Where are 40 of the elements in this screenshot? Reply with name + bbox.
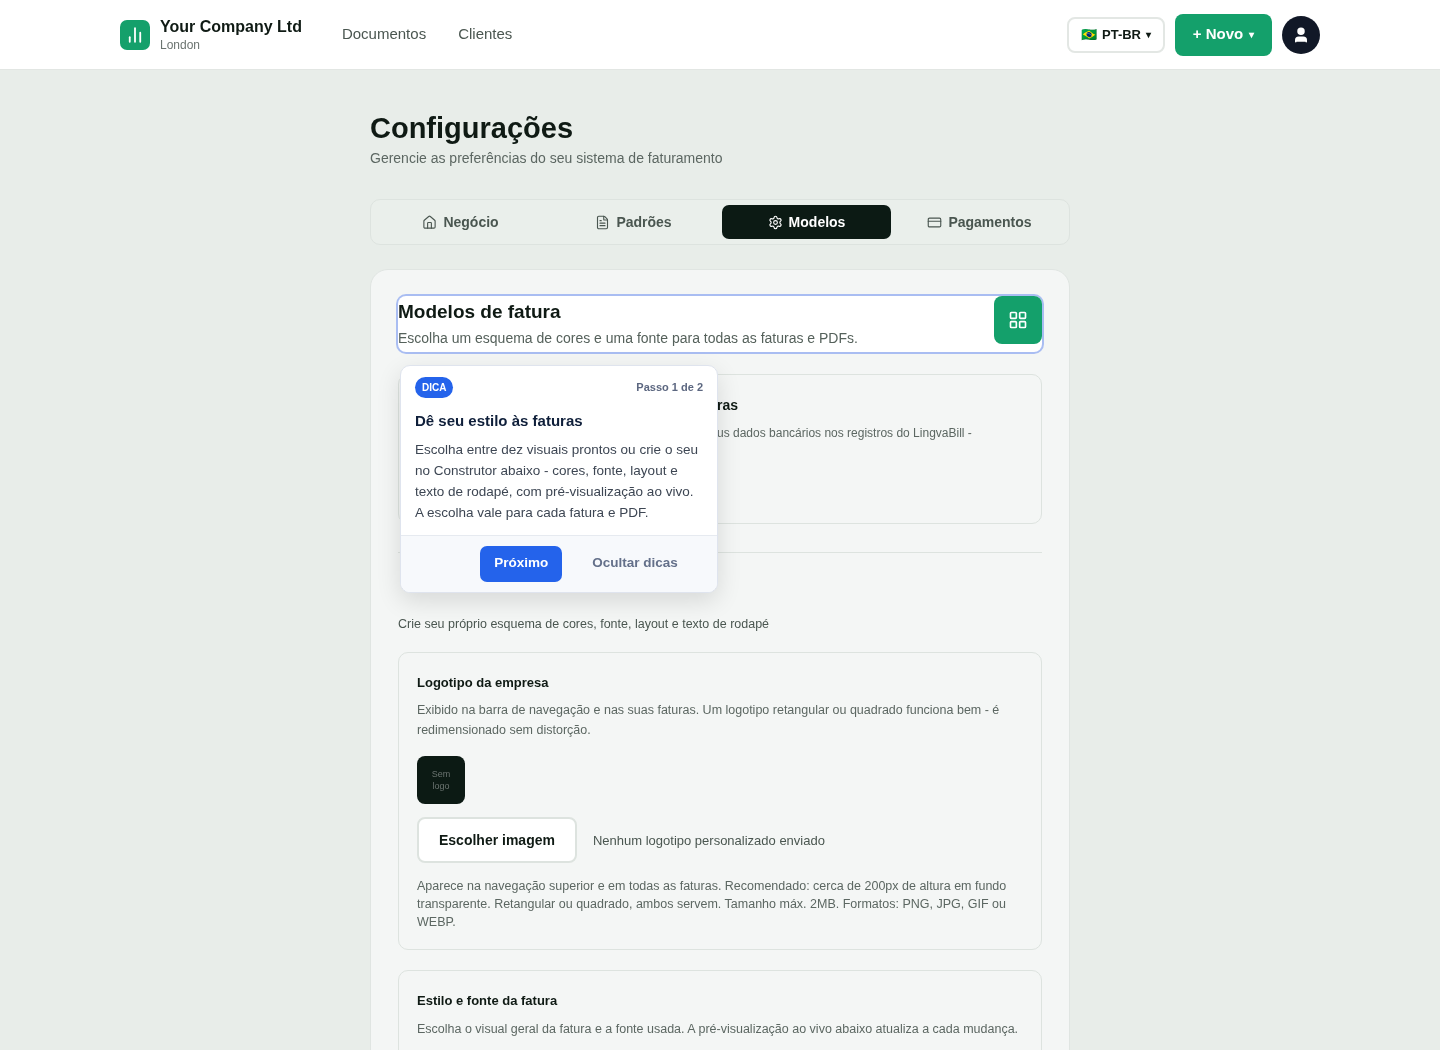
card-icon	[927, 214, 943, 230]
logo-help-text: Aparece na navegação superior e em todas as faturas. Recomendado: cerca de 200px de altura em fundo transparente. Retangular ou quadrado, ambos servem. Tamanho máx. 2MB. Formatos: PNG, JPG, GIF ou WEBP.	[417, 878, 1008, 932]
template-card-text: us dados bancários nos registros do LingvaBill -	[717, 425, 973, 442]
tip-text: Escolha entre dez visuais prontos ou crie o seu no Construtor abaixo - cores, fonte, layout e texto de rodapé, com pré-visualização ao vivo. A escolha vale para cada fatura e PDF.	[415, 440, 699, 522]
settings-tab[interactable]: Padrões	[549, 205, 718, 239]
logo-card-description: Exibido na barra de navegação e nas suas faturas. Um logotipo retangular ou quadrado funciona bem - é redimensionado sem distorção.	[417, 702, 1001, 740]
builder-caption: Crie seu próprio esquema de cores, fonte, layout e texto de rodapé	[398, 616, 771, 633]
chart-logo-icon	[120, 19, 150, 50]
settings-icon	[767, 214, 783, 230]
tip-badge: DICA	[415, 377, 454, 398]
choose-image-button[interactable]: Escolher imagem	[417, 817, 577, 864]
style-card-description: Escolha o visual geral da fatura e a fonte usada. A pré-visualização ao vivo abaixo atualiza a cada mudança.	[417, 1020, 1020, 1038]
settings-tab[interactable]: Pagamentos	[895, 205, 1064, 239]
section-description: Escolha um esquema de cores e uma fonte para todas as faturas e PDFs.	[398, 329, 859, 348]
grid-button[interactable]	[994, 296, 1042, 344]
logo-placeholder-text: Sem logo	[430, 768, 452, 793]
nav-link[interactable]: Clientes	[458, 23, 513, 46]
new-button[interactable]: + Novo ▾	[1175, 13, 1272, 56]
logo-status: Nenhum logotipo personalizado enviado	[592, 831, 825, 850]
section-title: Modelos de fatura	[398, 300, 562, 324]
logo-card-title: Logotipo da empresa	[417, 673, 550, 692]
tip-step: Passo 1 de 2	[636, 379, 703, 396]
template-card-title: ras	[717, 396, 740, 415]
user-icon	[1292, 25, 1310, 44]
company-location: London	[160, 36, 202, 53]
grid-icon	[1008, 310, 1028, 330]
style-card-title: Estilo e fonte da fatura	[417, 992, 559, 1011]
home-icon	[422, 214, 438, 230]
settings-tab[interactable]: Negócio	[376, 205, 545, 239]
language-selector[interactable]: 🇧🇷 PT-BR ▾	[1067, 16, 1165, 53]
page-title: Configurações	[370, 111, 575, 146]
page-subtitle: Gerencie as preferências do seu sistema de faturamento	[370, 149, 724, 168]
hide-tips-button[interactable]: Ocultar dicas	[592, 553, 678, 574]
company-name: Your Company Ltd	[160, 16, 302, 37]
avatar-button[interactable]	[1282, 15, 1320, 54]
tip-title: Dê seu estilo às faturas	[415, 411, 584, 431]
settings-tab[interactable]: Modelos	[722, 205, 891, 239]
next-button[interactable]: Próximo	[480, 545, 563, 582]
nav-link[interactable]: Documentos	[341, 23, 427, 46]
document-icon	[595, 214, 611, 230]
